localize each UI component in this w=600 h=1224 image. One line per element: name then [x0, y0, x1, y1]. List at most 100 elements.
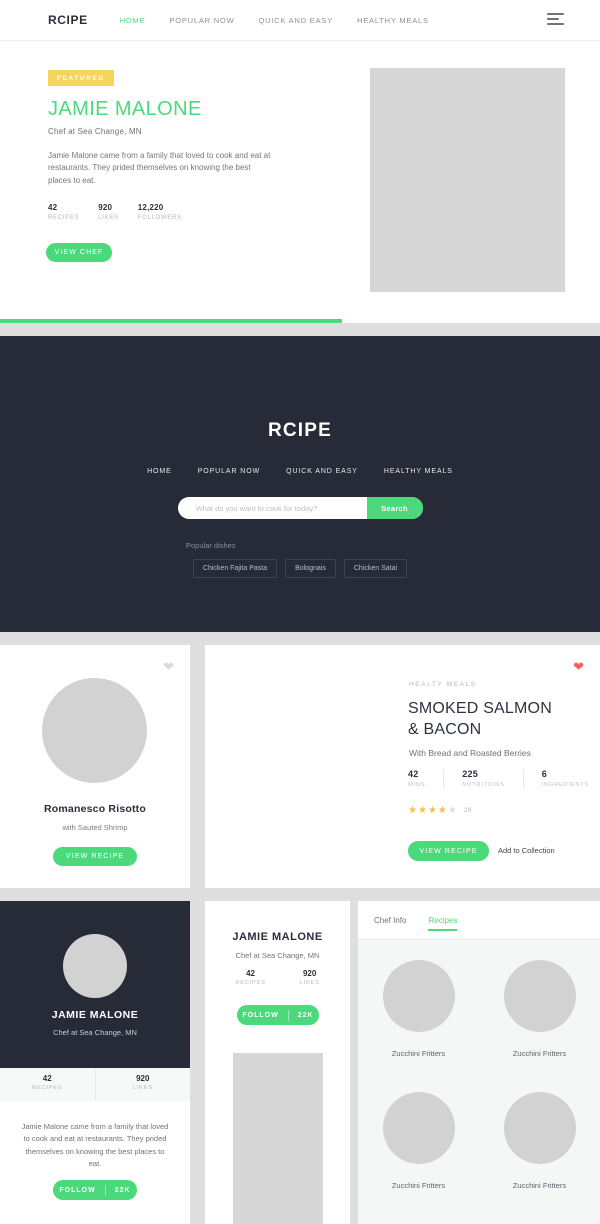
salmon-title-line1: SMOKED SALMON — [408, 700, 552, 717]
hero-chef-role: Chef at Sea Change, MN — [48, 127, 142, 136]
salmon-title: SMOKED SALMON & BACON — [408, 699, 600, 741]
section-gap-1 — [0, 323, 600, 336]
profile-stat-recipes: 42 RECIPES — [235, 969, 265, 986]
salmon-stat-mins-label: MINS — [408, 782, 426, 788]
star-icon-5[interactable]: ★ — [448, 805, 457, 816]
salmon-rating-count: 29 — [463, 807, 472, 814]
chef-stat-likes-value: 920 — [136, 1074, 150, 1083]
grid-item-label: Zucchini Fritters — [512, 1049, 567, 1058]
chef-follow-button[interactable]: FOLLOW 22K — [53, 1180, 137, 1200]
salmon-stat-ingredients-value: 6 — [541, 769, 547, 779]
search-input[interactable] — [177, 497, 367, 519]
popular-dish-tags: Chicken Fajita Pasta Bolognais Chicken S… — [0, 559, 600, 578]
grid-item[interactable]: Zucchini Fritters — [479, 940, 600, 1072]
nav-link-quick-and-easy[interactable]: QUICK AND EASY — [258, 16, 333, 25]
heart-icon-filled[interactable]: ❤ — [573, 660, 584, 673]
tag-bolognais[interactable]: Bolognais — [285, 559, 336, 578]
star-icon-3[interactable]: ★ — [428, 805, 437, 816]
star-icon-2[interactable]: ★ — [418, 805, 427, 816]
hero-image-placeholder — [370, 68, 565, 292]
profile-image-placeholder — [233, 1053, 323, 1224]
risotto-image-placeholder — [42, 678, 147, 783]
profile-stat-recipes-value: 42 — [246, 969, 255, 978]
star-icon-1[interactable]: ★ — [408, 805, 417, 816]
hero-stat-followers-label: FOLLOWERS — [137, 215, 182, 221]
profile-follow-button[interactable]: FOLLOW 22K — [237, 1005, 319, 1025]
profile-stat-recipes-label: RECIPES — [235, 980, 266, 986]
salmon-view-recipe-button[interactable]: VIEW RECIPE — [408, 841, 489, 861]
grid-item-image — [503, 1092, 576, 1164]
chef-dark-name: JAMIE MALONE — [51, 1009, 139, 1021]
risotto-view-recipe-button[interactable]: VIEW RECIPE — [53, 847, 137, 866]
section-gap-2 — [0, 632, 600, 645]
chef-follow-divider — [104, 1184, 106, 1196]
grid-item-image — [382, 1092, 455, 1164]
profile-chef-role: Chef at Sea Change, MN — [235, 951, 320, 960]
add-to-collection-link[interactable]: Add to Collection — [498, 846, 555, 855]
hero-chef-bio: Jamie Malone came from a family that lov… — [48, 151, 271, 185]
search-hero-brand: RCIPE — [267, 420, 333, 441]
heart-icon-outline[interactable]: ❤ — [163, 660, 174, 673]
salmon-stat-nutritions-label: NUTRITIONS — [462, 782, 505, 788]
view-chef-button[interactable]: VIEW CHEF — [46, 243, 112, 262]
salmon-stat-mins-value: 42 — [408, 769, 419, 779]
chef-dark-role: Chef at Sea Change, MN — [53, 1028, 137, 1037]
hero-stat-followers-value: 12,220 — [137, 203, 164, 212]
salmon-stat-ingredients: 6 INGREDIENTS — [542, 769, 600, 788]
recipe-card-salmon: ❤ HEALTY MEALS SMOKED SALMON & BACON With… — [205, 645, 600, 888]
grid-item[interactable]: Zucchini Fritters — [358, 940, 479, 1072]
star-icon-4[interactable]: ★ — [438, 805, 447, 816]
page-root: RCIPE HOME POPULAR NOW QUICK AND EASY HE… — [0, 0, 600, 1224]
grid-item[interactable]: Zucchini Fritters — [358, 1072, 479, 1204]
chef-stat-recipes-value: 42 — [42, 1074, 52, 1083]
chef-avatar — [63, 934, 127, 998]
salmon-category-label: HEALTY MEALS — [409, 681, 477, 688]
profile-follow-label: FOLLOW — [242, 1011, 279, 1019]
tab-recipes[interactable]: Recipes — [428, 901, 457, 940]
grid-item[interactable]: Zucchini Fritters — [479, 1072, 600, 1204]
tag-chicken-fajita-pasta[interactable]: Chicken Fajita Pasta — [192, 559, 278, 578]
profile-stat-likes: 920 LIKES — [300, 969, 320, 986]
risotto-subtitle: with Sauted Shrimp — [62, 823, 128, 832]
chef-bio-panel: Jamie Malone came from a family that lov… — [0, 1101, 190, 1224]
profile-follow-count: 22K — [297, 1011, 314, 1019]
tag-chicken-satai[interactable]: Chicken Satai — [343, 559, 408, 578]
hero-stat-recipes-value: 42 — [48, 203, 58, 212]
hero-stat-recipes-label: RECIPES — [48, 215, 80, 221]
salmon-rating[interactable]: ★ ★ ★ ★ ★ 29 — [408, 805, 471, 816]
top-navigation-bar: RCIPE HOME POPULAR NOW QUICK AND EASY HE… — [0, 0, 600, 41]
profile-follow-divider — [287, 1009, 289, 1021]
search-nav-healthy-meals[interactable]: HEALTHY MEALS — [384, 468, 453, 475]
grid-item-image — [503, 960, 576, 1032]
chef-stat-likes-label: LIKES — [132, 1085, 153, 1091]
search-nav-popular-now[interactable]: POPULAR NOW — [198, 468, 260, 475]
chef-stats-bar: 42 RECIPES 920 LIKES — [0, 1068, 190, 1101]
hero-chef-name: JAMIE MALONE — [48, 98, 202, 120]
salmon-stat-ingredients-label: INGREDIENTS — [541, 782, 590, 788]
brand-logo[interactable]: RCIPE — [48, 13, 88, 27]
salmon-title-line2: & BACON — [408, 720, 482, 738]
tab-chef-info[interactable]: Chef Info — [374, 901, 406, 940]
chef-follow-label: FOLLOW — [59, 1186, 96, 1194]
recipe-card-risotto: ❤ Romanesco Risotto with Sauted Shrimp V… — [0, 645, 190, 888]
featured-badge: FEATURED — [48, 70, 114, 86]
salmon-stats: 42 MINS 225 NUTRITIONS 6 INGREDIENTS — [408, 769, 600, 788]
chef-dark-card: JAMIE MALONE Chef at Sea Change, MN — [0, 901, 190, 1068]
grid-item-label: Zucchini Fritters — [391, 1181, 446, 1190]
nav-link-healthy-meals[interactable]: HEALTHY MEALS — [357, 16, 429, 25]
search-button[interactable]: Search — [366, 497, 423, 519]
search-hero-nav: HOME POPULAR NOW QUICK AND EASY HEALTHY … — [0, 468, 600, 475]
salmon-stat-nutritions: 225 NUTRITIONS — [462, 769, 524, 788]
nav-link-popular-now[interactable]: POPULAR NOW — [169, 16, 234, 25]
chef-bio-text: Jamie Malone came from a family that lov… — [21, 1122, 169, 1169]
chef-stat-likes: 920 LIKES — [96, 1068, 191, 1101]
salmon-stat-nutritions-value: 225 — [462, 769, 478, 779]
search-nav-home[interactable]: HOME — [147, 468, 172, 475]
section-gap-3 — [0, 888, 600, 901]
hero-stat-likes-value: 920 — [98, 203, 113, 212]
search-nav-quick-and-easy[interactable]: QUICK AND EASY — [286, 468, 358, 475]
hero-stat-likes-label: LIKES — [98, 215, 119, 221]
nav-links: HOME POPULAR NOW QUICK AND EASY HEALTHY … — [120, 16, 429, 25]
hamburger-icon[interactable] — [547, 13, 564, 25]
nav-link-home[interactable]: HOME — [120, 16, 146, 25]
